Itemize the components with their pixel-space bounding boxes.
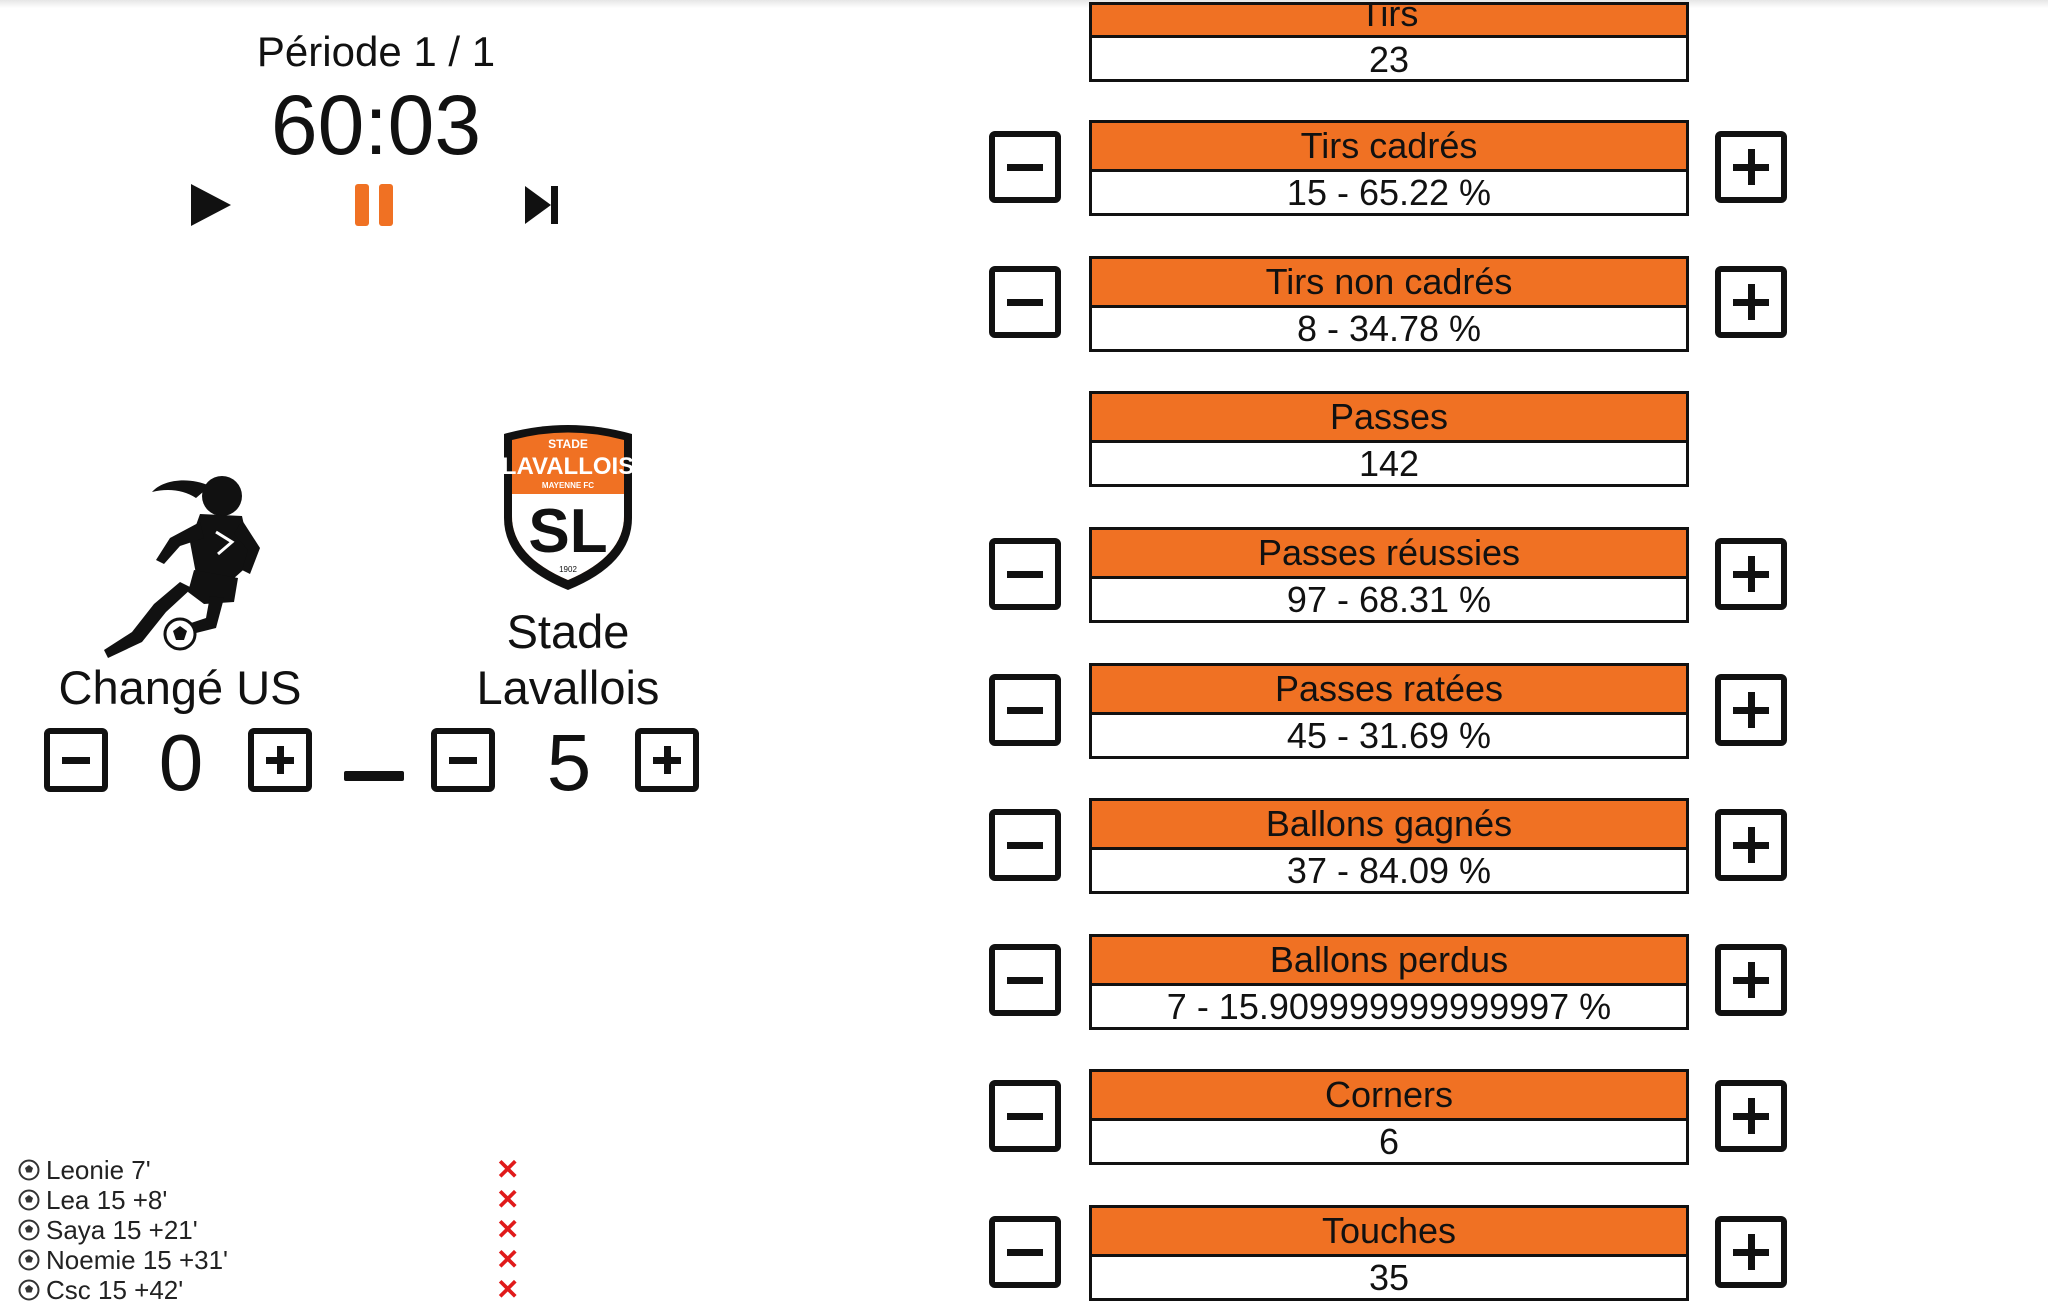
- goal-event-row: Saya 15 +21' ✕: [18, 1215, 528, 1245]
- passes-reussies-minus-button[interactable]: [989, 538, 1061, 610]
- ballons-gagnes-minus-button[interactable]: [989, 809, 1061, 881]
- stat-tirs: Tirs 23: [1089, 2, 1689, 82]
- football-icon: [18, 1249, 40, 1271]
- stat-title: Tirs cadrés: [1092, 123, 1686, 172]
- pause-icon: [355, 184, 393, 226]
- svg-text:MAYENNE FC: MAYENNE FC: [542, 481, 594, 490]
- play-icon: [191, 184, 231, 226]
- home-team-logo: [92, 462, 267, 662]
- away-team-name-line1: Stade: [506, 605, 630, 658]
- football-icon: [18, 1279, 40, 1301]
- stat-ballons-perdus: Ballons perdus 7 - 15.909999999999997 %: [1089, 934, 1689, 1030]
- ballons-perdus-minus-button[interactable]: [989, 944, 1061, 1016]
- delete-event-icon[interactable]: ✕: [496, 1186, 519, 1214]
- female-football-player-icon: [104, 476, 260, 658]
- stat-title: Tirs non cadrés: [1092, 259, 1686, 308]
- stat-value: 7 - 15.909999999999997 %: [1166, 986, 1612, 1027]
- goal-event-label: Noemie 15 +31': [46, 1245, 229, 1275]
- skip-next-icon: [525, 186, 558, 224]
- goal-event-label: Saya 15 +21': [46, 1215, 198, 1245]
- skip-next-button[interactable]: [515, 180, 565, 230]
- ballons-perdus-plus-button[interactable]: [1715, 944, 1787, 1016]
- goal-event-row: Lea 15 +8' ✕: [18, 1185, 528, 1215]
- stat-value: 142: [1358, 443, 1420, 484]
- match-clock: 60:03: [270, 78, 482, 172]
- passes-ratees-plus-button[interactable]: [1715, 674, 1787, 746]
- touches-minus-button[interactable]: [989, 1216, 1061, 1288]
- passes-ratees-minus-button[interactable]: [989, 674, 1061, 746]
- stat-ballons-gagnes: Ballons gagnés 37 - 84.09 %: [1089, 798, 1689, 894]
- goal-event-label: Leonie 7': [46, 1155, 151, 1185]
- away-score-plus-button[interactable]: [635, 728, 699, 792]
- home-team-name: Changé US: [58, 661, 302, 714]
- tirs-cadres-minus-button[interactable]: [989, 131, 1061, 203]
- period-label: Période 1 / 1: [256, 28, 496, 75]
- stat-value: 35: [1368, 1257, 1410, 1298]
- goal-event-label: Lea 15 +8': [46, 1185, 168, 1215]
- tirs-cadres-plus-button[interactable]: [1715, 131, 1787, 203]
- stat-passes-reussies: Passes réussies 97 - 68.31 %: [1089, 527, 1689, 623]
- away-team-name-line2: Lavallois: [476, 661, 660, 714]
- tirs-non-cadres-minus-button[interactable]: [989, 266, 1061, 338]
- goal-event-row: Leonie 7' ✕: [18, 1155, 528, 1185]
- svg-text:1902: 1902: [559, 565, 577, 574]
- stat-value: 45 - 31.69 %: [1286, 715, 1492, 756]
- top-shadow: [0, 0, 2048, 8]
- home-score: 0: [158, 718, 204, 807]
- stat-title: Passes réussies: [1092, 530, 1686, 579]
- corners-plus-button[interactable]: [1715, 1080, 1787, 1152]
- away-score: 5: [546, 718, 592, 807]
- delete-event-icon[interactable]: ✕: [496, 1156, 519, 1184]
- touches-plus-button[interactable]: [1715, 1216, 1787, 1288]
- football-icon: [18, 1159, 40, 1181]
- stat-title: Tirs: [1092, 5, 1686, 38]
- stat-passes-ratees: Passes ratées 45 - 31.69 %: [1089, 663, 1689, 759]
- goal-event-row: Noemie 15 +31' ✕: [18, 1245, 528, 1275]
- passes-reussies-plus-button[interactable]: [1715, 538, 1787, 610]
- corners-minus-button[interactable]: [989, 1080, 1061, 1152]
- stat-value: 37 - 84.09 %: [1286, 850, 1492, 891]
- stat-value: 15 - 65.22 %: [1286, 172, 1492, 213]
- stat-corners: Corners 6: [1089, 1069, 1689, 1165]
- stat-title: Touches: [1092, 1208, 1686, 1257]
- goal-events-list: Leonie 7' ✕ Lea 15 +8' ✕ Saya 15 +21' ✕ …: [18, 1155, 528, 1305]
- stat-title: Ballons perdus: [1092, 937, 1686, 986]
- svg-text:LAVALLOIS: LAVALLOIS: [502, 453, 634, 480]
- stade-lavallois-crest-icon: STADE LAVALLOIS MAYENNE FC SL 1902: [502, 425, 634, 590]
- stat-title: Ballons gagnés: [1092, 801, 1686, 850]
- delete-event-icon[interactable]: ✕: [496, 1276, 519, 1304]
- delete-event-icon[interactable]: ✕: [496, 1216, 519, 1244]
- stat-touches: Touches 35: [1089, 1205, 1689, 1301]
- away-team-logo: STADE LAVALLOIS MAYENNE FC SL 1902: [498, 422, 638, 594]
- delete-event-icon[interactable]: ✕: [496, 1246, 519, 1274]
- svg-text:STADE: STADE: [548, 437, 588, 451]
- play-button[interactable]: [185, 180, 235, 230]
- tirs-non-cadres-plus-button[interactable]: [1715, 266, 1787, 338]
- home-score-plus-button[interactable]: [248, 728, 312, 792]
- stat-tirs-cadres: Tirs cadrés 15 - 65.22 %: [1089, 120, 1689, 216]
- home-score-minus-button[interactable]: [44, 728, 108, 792]
- stat-value: 23: [1368, 39, 1410, 80]
- stat-title: Passes ratées: [1092, 666, 1686, 715]
- ballons-gagnes-plus-button[interactable]: [1715, 809, 1787, 881]
- stat-title: Passes: [1092, 394, 1686, 443]
- stat-tirs-non-cadres: Tirs non cadrés 8 - 34.78 %: [1089, 256, 1689, 352]
- away-score-minus-button[interactable]: [431, 728, 495, 792]
- stat-title: Corners: [1092, 1072, 1686, 1121]
- svg-text:SL: SL: [528, 497, 607, 566]
- pause-button[interactable]: [350, 180, 400, 230]
- football-icon: [18, 1189, 40, 1211]
- stat-value: 6: [1378, 1121, 1400, 1162]
- stat-passes: Passes 142: [1089, 391, 1689, 487]
- stat-value: 8 - 34.78 %: [1296, 308, 1482, 349]
- score-separator: [344, 771, 404, 781]
- football-icon: [18, 1219, 40, 1241]
- stat-value: 97 - 68.31 %: [1286, 579, 1492, 620]
